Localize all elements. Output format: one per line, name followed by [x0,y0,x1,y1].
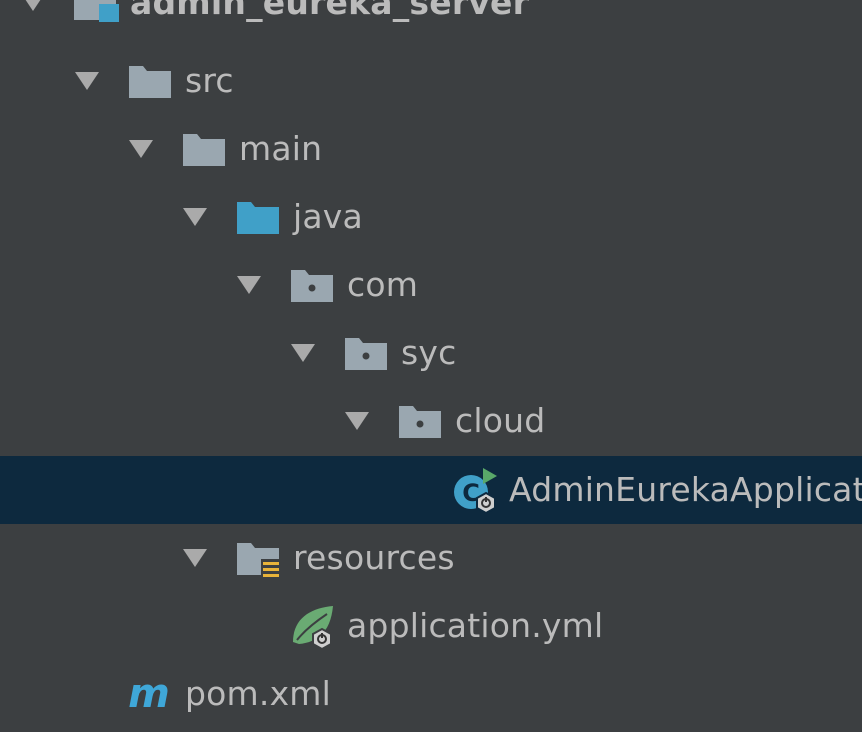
module-folder-icon [72,0,120,24]
tree-item-src[interactable]: src [0,47,862,115]
maven-pom-icon: m [127,673,175,715]
tree-item-syc[interactable]: syc [0,319,862,387]
tree-item-label: com [347,265,419,304]
tree-item-java[interactable]: java [0,183,862,251]
spring-boot-application-class-icon: C [451,466,499,515]
tree-item-cloud[interactable]: cloud [0,387,862,455]
package-folder-icon [397,400,445,442]
tree-item-label: pom.xml [185,674,332,713]
tree-item-label: admin_eureka_server [130,0,530,22]
package-folder-icon [289,264,337,306]
package-folder-icon [343,332,391,374]
tree-item-label: cloud [455,401,546,440]
tree-item-label: src [185,61,234,100]
tree-item-pom-xml[interactable]: m pom.xml [0,660,862,728]
expand-arrow-icon[interactable] [18,0,48,16]
svg-text:m: m [128,673,170,715]
source-root-folder-icon [235,196,283,238]
expand-arrow-icon[interactable] [342,405,372,435]
folder-icon [127,60,175,102]
tree-item-label: syc [401,333,457,372]
spring-config-file-icon [289,602,337,651]
project-tree: admin_eureka_server src main java com sy… [0,0,862,732]
tree-item-label: main [239,129,323,168]
resources-folder-icon [235,537,283,581]
expand-arrow-icon[interactable] [288,337,318,367]
tree-item-admin-eureka-application[interactable]: C AdminEurekaApplicat [0,456,862,524]
expand-arrow-icon[interactable] [72,65,102,95]
tree-item-resources[interactable]: resources [0,524,862,592]
expand-arrow-icon[interactable] [180,201,210,231]
tree-item-com[interactable]: com [0,251,862,319]
tree-item-admin-eureka-server[interactable]: admin_eureka_server [0,0,862,54]
tree-item-application-yml[interactable]: application.yml [0,592,862,660]
tree-item-main[interactable]: main [0,115,862,183]
tree-item-label: AdminEurekaApplicat [509,470,862,509]
expand-arrow-icon[interactable] [234,269,264,299]
expand-arrow-icon[interactable] [126,133,156,163]
expand-arrow-icon[interactable] [180,542,210,572]
tree-item-label: java [293,197,363,236]
tree-item-label: application.yml [347,606,604,645]
tree-item-label: resources [293,538,455,577]
folder-icon [181,128,229,170]
